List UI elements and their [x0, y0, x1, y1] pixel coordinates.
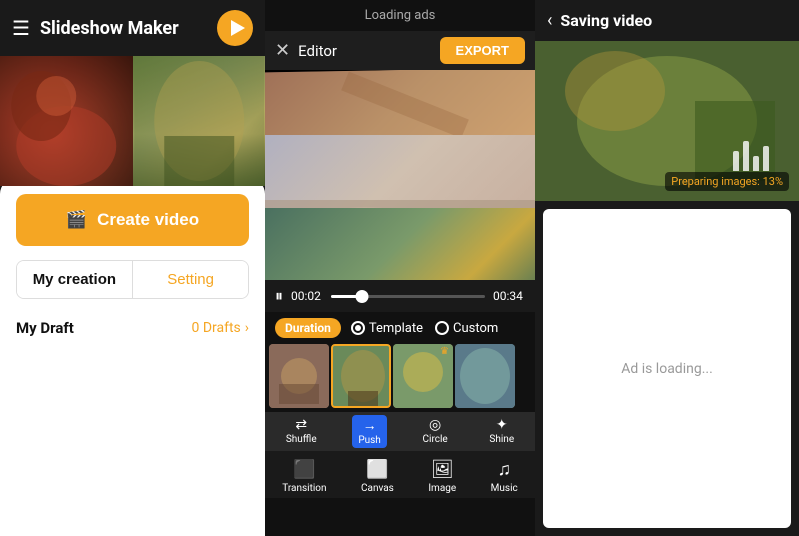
- trans-shine-label: Shine: [489, 434, 514, 445]
- tool-canvas-label: Canvas: [361, 483, 394, 494]
- radio-template-circle: [351, 321, 365, 335]
- music-tool-icon: ♫: [497, 459, 511, 480]
- create-video-label: Create video: [97, 210, 199, 230]
- tab-setting[interactable]: Setting: [133, 261, 248, 298]
- thumbnail-strip: ♛: [265, 344, 535, 412]
- left-content-area: 🎬 Create video My creation Setting My Dr…: [0, 178, 265, 536]
- right-panel: ‹ Saving video Preparing images: 13% Ad …: [535, 0, 799, 536]
- tab-row: My creation Setting: [16, 260, 249, 299]
- trans-shuffle[interactable]: ⇄ Shuffle: [280, 415, 323, 448]
- pause-icon[interactable]: ⏸: [275, 286, 283, 306]
- hero-image-2: [133, 56, 266, 186]
- radio-template[interactable]: Template: [351, 321, 423, 336]
- app-title: Slideshow Maker: [40, 18, 207, 39]
- ads-loading-text: Loading ads: [365, 8, 436, 23]
- editor-label: Editor: [298, 42, 431, 60]
- radio-custom-label: Custom: [453, 321, 498, 336]
- thumb-3[interactable]: ♛: [393, 344, 453, 408]
- video-slice-mid: [265, 135, 535, 210]
- radio-group: Template Custom: [351, 321, 498, 336]
- duration-row: Duration Template Custom: [265, 312, 535, 344]
- crown-icon: ♛: [440, 346, 449, 357]
- draft-label: My Draft: [16, 319, 74, 337]
- ad-loading-text: Ad is loading...: [621, 361, 713, 377]
- close-icon[interactable]: ✕: [275, 40, 290, 61]
- radio-custom[interactable]: Custom: [435, 321, 498, 336]
- thumb-2[interactable]: [331, 344, 391, 408]
- radio-custom-circle: [435, 321, 449, 335]
- tool-transition-label: Transition: [282, 483, 326, 494]
- draft-count-text: 0 Drafts: [191, 320, 240, 336]
- shuffle-icon: ⇄: [295, 417, 307, 433]
- tool-image-label: Image: [428, 483, 456, 494]
- back-icon[interactable]: ‹: [547, 10, 552, 31]
- duration-tag[interactable]: Duration: [275, 318, 341, 338]
- draft-count[interactable]: 0 Drafts ›: [191, 320, 249, 336]
- right-header: ‹ Saving video: [535, 0, 799, 41]
- right-preview: Preparing images: 13%: [535, 41, 799, 201]
- saving-title: Saving video: [560, 11, 652, 30]
- image-tool-icon: 🖼: [431, 459, 454, 480]
- trans-circle-label: Circle: [423, 434, 448, 445]
- tool-music[interactable]: ♫ Music: [491, 459, 518, 494]
- tab-my-creation[interactable]: My creation: [17, 261, 132, 298]
- ad-area: Ad is loading...: [543, 209, 791, 528]
- playback-bar: ⏸ 00:02 00:34: [265, 280, 535, 312]
- trans-push-label: Push: [358, 435, 381, 446]
- bottom-toolbar: ⬛ Transition ⬜ Canvas 🖼 Image ♫ Music: [265, 451, 535, 498]
- shine-icon: ✦: [496, 417, 508, 433]
- center-panel: Loading ads ✕ Editor EXPORT: [265, 0, 535, 536]
- trans-shuffle-label: Shuffle: [286, 434, 317, 445]
- preparing-badge: Preparing images: 13%: [665, 172, 789, 191]
- ads-bar: Loading ads: [265, 0, 535, 31]
- tool-transition[interactable]: ⬛ Transition: [282, 459, 326, 494]
- canvas-tool-icon: ⬜: [366, 459, 388, 480]
- transition-tool-icon: ⬛: [293, 459, 315, 480]
- transition-strip: ⇄ Shuffle → Push ◎ Circle ✦ Shine: [265, 412, 535, 451]
- app-logo-icon: [217, 10, 253, 46]
- export-button[interactable]: EXPORT: [440, 37, 525, 64]
- trans-circle[interactable]: ◎ Circle: [417, 415, 454, 448]
- progress-thumb: [355, 290, 368, 303]
- thumb-4[interactable]: [455, 344, 515, 408]
- tool-image[interactable]: 🖼 Image: [428, 459, 456, 494]
- clapperboard-icon: 🎬: [66, 210, 87, 230]
- chevron-right-icon: ›: [245, 320, 249, 336]
- right-thumb-image: Preparing images: 13%: [535, 41, 799, 201]
- tool-music-label: Music: [491, 483, 518, 494]
- radio-template-label: Template: [369, 321, 423, 336]
- tool-canvas[interactable]: ⬜ Canvas: [361, 459, 394, 494]
- time-start: 00:02: [291, 289, 323, 303]
- time-end: 00:34: [493, 289, 525, 303]
- hero-image-1: [0, 56, 133, 186]
- draft-row: My Draft 0 Drafts ›: [16, 315, 249, 341]
- video-preview: [265, 70, 535, 280]
- trans-shine[interactable]: ✦ Shine: [483, 415, 520, 448]
- progress-track[interactable]: [331, 295, 485, 298]
- left-hero-images: [0, 56, 265, 186]
- video-slice-bottom: [265, 208, 535, 280]
- trans-push[interactable]: → Push: [352, 415, 387, 448]
- left-header: ☰ Slideshow Maker: [0, 0, 265, 56]
- push-icon: →: [363, 417, 377, 434]
- thumb-1[interactable]: [269, 344, 329, 408]
- left-panel: ☰ Slideshow Maker 🎬 Create video: [0, 0, 265, 536]
- circle-icon: ◎: [429, 417, 441, 433]
- video-slice-top: [265, 70, 535, 140]
- hamburger-icon[interactable]: ☰: [12, 16, 30, 40]
- create-video-button[interactable]: 🎬 Create video: [16, 194, 249, 246]
- editor-bar: ✕ Editor EXPORT: [265, 31, 535, 70]
- bar-chart-icon: [733, 141, 769, 171]
